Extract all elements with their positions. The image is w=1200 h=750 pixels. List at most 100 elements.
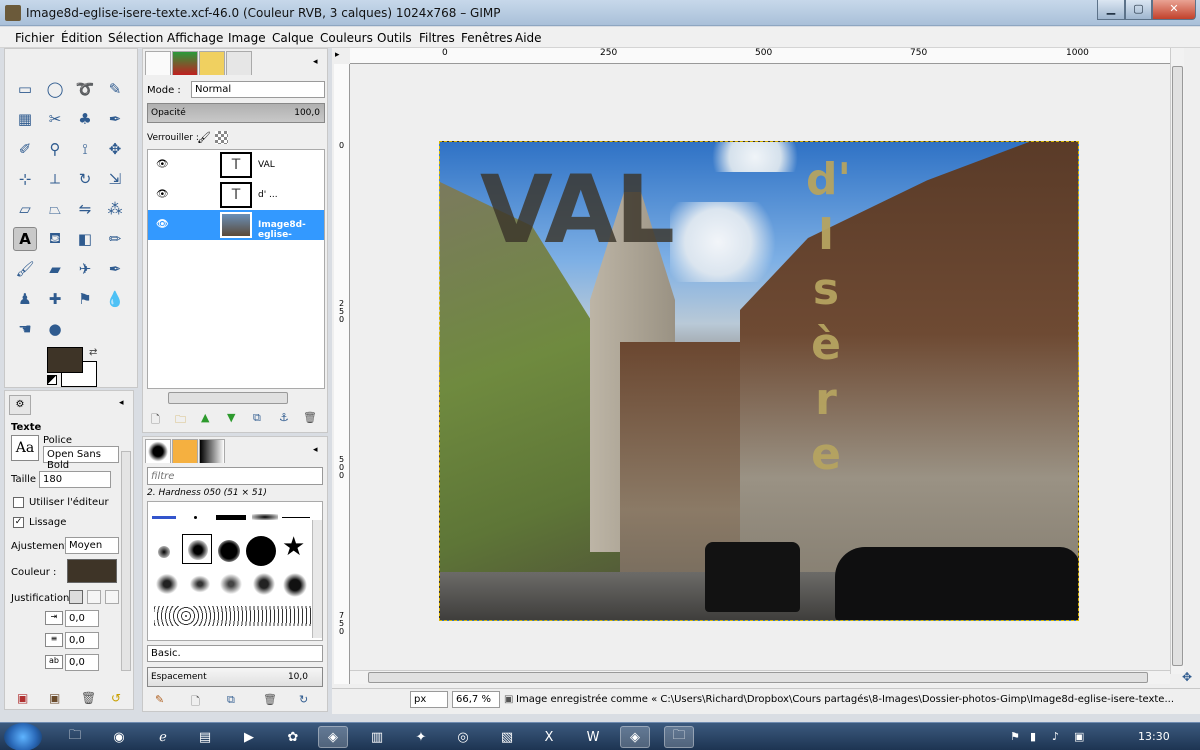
shear-icon[interactable]: ▱ xyxy=(13,197,37,221)
tray-flag-icon[interactable]: ⚑ xyxy=(1010,730,1020,743)
menu-affichage[interactable]: Affichage xyxy=(167,31,223,45)
panel-menu-icon[interactable]: ◂ xyxy=(313,57,318,67)
menu-edition[interactable]: Édition xyxy=(61,31,103,45)
panel-menu-icon[interactable]: ◂ xyxy=(119,398,124,408)
new-layer-icon[interactable]: 🗋 xyxy=(151,411,160,430)
rect-select-icon[interactable]: ▭ xyxy=(13,77,37,101)
airbrush-icon[interactable]: ✈ xyxy=(73,257,97,281)
pencil-icon[interactable]: ✏ xyxy=(103,227,127,251)
menu-fenetres[interactable]: Fenêtres xyxy=(461,31,513,45)
new-brush-icon[interactable]: 🗋 xyxy=(191,693,200,712)
foreground-select-icon[interactable]: ♣ xyxy=(73,107,97,131)
visibility-eye-icon[interactable]: 👁 xyxy=(156,159,169,170)
menu-aide[interactable]: Aide xyxy=(515,31,542,45)
text-layer-val[interactable]: VAL xyxy=(480,156,675,265)
layer-row-d[interactable]: 👁 T d' ... xyxy=(148,180,324,210)
brush-swatch[interactable] xyxy=(188,574,212,594)
gimp-taskbar-icon[interactable]: ◈ xyxy=(318,726,348,748)
crop-icon[interactable]: ⟂ xyxy=(43,167,67,191)
brush-swatch[interactable] xyxy=(218,540,240,562)
delete-layer-icon[interactable]: 🗑 xyxy=(303,411,317,424)
visibility-eye-icon[interactable]: 👁 xyxy=(156,219,169,230)
gradient-icon[interactable]: ◧ xyxy=(73,227,97,251)
clone-icon[interactable]: ♟ xyxy=(13,287,37,311)
navigate-icon[interactable]: ✥ xyxy=(1182,670,1192,684)
anchor-layer-icon[interactable]: ⚓ xyxy=(279,411,289,424)
layers-tab-icon[interactable] xyxy=(145,51,171,75)
undo-tab-icon[interactable] xyxy=(226,51,252,75)
star-brush-icon[interactable]: ★ xyxy=(282,534,305,560)
brush-filter-input[interactable] xyxy=(147,467,323,485)
menu-calque[interactable]: Calque xyxy=(272,31,314,45)
move-icon[interactable]: ✥ xyxy=(103,137,127,161)
brush-swatch[interactable] xyxy=(158,546,170,558)
use-editor-checkbox[interactable] xyxy=(13,497,24,508)
app-icon[interactable]: ✦ xyxy=(406,726,436,748)
edit-brush-icon[interactable]: ✎ xyxy=(155,693,164,706)
selected-brush-swatch[interactable] xyxy=(182,534,212,564)
lock-pixels-icon[interactable]: 🖌 xyxy=(197,131,211,144)
horizontal-scrollbar[interactable] xyxy=(350,670,1170,684)
size-input[interactable]: 180 xyxy=(39,471,111,488)
vertical-scroll-thumb[interactable] xyxy=(1172,66,1183,666)
letter-spacing-input[interactable]: 0,0 xyxy=(65,654,99,671)
heal-icon[interactable]: ✚ xyxy=(43,287,67,311)
eraser-icon[interactable]: ▰ xyxy=(43,257,67,281)
delete-options-icon[interactable]: 🗑 xyxy=(81,691,96,705)
color-select-icon[interactable]: ▦ xyxy=(13,107,37,131)
brush-swatch[interactable] xyxy=(282,517,310,518)
hinting-select[interactable]: Moyen xyxy=(65,537,119,554)
menu-selection[interactable]: Sélection xyxy=(108,31,163,45)
tool-options-tab-icon[interactable]: ⚙ xyxy=(9,395,31,415)
text-tool-icon[interactable]: A xyxy=(13,227,37,251)
brush-swatch[interactable] xyxy=(152,516,176,519)
start-button-icon[interactable] xyxy=(4,723,42,750)
text-color-button[interactable] xyxy=(67,559,117,583)
raise-layer-icon[interactable]: ▲ xyxy=(201,411,209,424)
quick-mask-icon[interactable]: ▸ xyxy=(335,50,340,60)
brush-swatch[interactable] xyxy=(252,572,276,596)
opacity-slider[interactable]: Opacité 100,0 xyxy=(147,103,325,123)
duplicate-brush-icon[interactable]: ⧉ xyxy=(227,693,235,707)
antialias-checkbox[interactable]: ✓ xyxy=(13,517,24,528)
text-layer-isere[interactable]: d' I s è r e xyxy=(806,152,851,482)
channels-tab-icon[interactable] xyxy=(172,51,198,75)
gradients-tab-icon[interactable] xyxy=(199,439,225,463)
lasso-icon[interactable]: ➰ xyxy=(73,77,97,101)
brush-swatch[interactable] xyxy=(154,572,180,596)
default-colors-icon[interactable] xyxy=(47,375,57,385)
menu-image[interactable]: Image xyxy=(228,31,266,45)
brush-swatch[interactable] xyxy=(246,536,276,566)
clock[interactable]: 13:30 xyxy=(1138,730,1170,743)
spacing-slider[interactable]: Espacement 10,0 xyxy=(147,667,323,687)
paintbrush-icon[interactable]: 🖌 xyxy=(13,257,37,281)
vertical-ruler[interactable]: 0 250 500 750 xyxy=(334,64,350,684)
horizontal-scroll-thumb[interactable] xyxy=(368,672,1148,683)
justify-center-button[interactable] xyxy=(105,590,119,604)
menu-couleurs[interactable]: Couleurs xyxy=(320,31,373,45)
flip-icon[interactable]: ⇋ xyxy=(73,197,97,221)
zoom-icon[interactable]: ⚲ xyxy=(43,137,67,161)
tool-options-scrollbar[interactable] xyxy=(121,451,131,671)
patterns-tab-icon[interactable] xyxy=(172,439,198,463)
vertical-scrollbar[interactable] xyxy=(1170,48,1184,674)
panel-menu-icon[interactable]: ◂ xyxy=(313,445,318,455)
layers-hscroll[interactable] xyxy=(168,392,288,404)
brush-swatch[interactable] xyxy=(216,515,246,520)
refresh-brushes-icon[interactable]: ↻ xyxy=(299,693,308,706)
restore-options-icon[interactable]: ▣ xyxy=(49,691,60,705)
brush-grid-scrollbar[interactable] xyxy=(312,520,322,638)
duplicate-layer-icon[interactable]: ⧉ xyxy=(253,411,261,425)
zoom-select[interactable]: 66,7 % xyxy=(452,691,500,708)
bucket-fill-icon[interactable]: ⛾ xyxy=(43,227,67,251)
brush-swatch[interactable] xyxy=(282,572,308,598)
minimize-button[interactable]: ▁ xyxy=(1097,0,1125,20)
tray-volume-icon[interactable]: ♪ xyxy=(1052,730,1059,743)
reset-options-icon[interactable]: ↺ xyxy=(111,691,121,705)
justify-right-button[interactable] xyxy=(87,590,101,604)
app-icon[interactable]: ✿ xyxy=(278,726,308,748)
unit-select[interactable]: px xyxy=(410,691,448,708)
mode-select[interactable]: Normal xyxy=(191,81,325,98)
word-icon[interactable]: W xyxy=(578,726,608,748)
brush-swatch[interactable] xyxy=(194,516,197,519)
